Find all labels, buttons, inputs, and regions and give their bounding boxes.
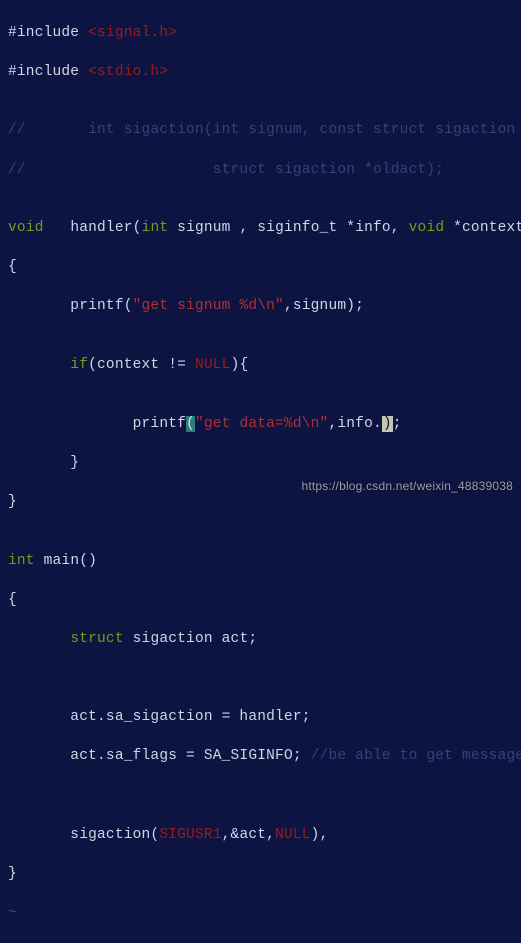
tok-punct: ){ bbox=[231, 357, 249, 373]
code-line: if(context != NULL){ bbox=[8, 356, 513, 376]
code-line: } bbox=[8, 865, 513, 885]
tok-keyword: struct bbox=[70, 631, 123, 647]
code-comment: // int sigaction(int signum, const struc… bbox=[8, 121, 513, 141]
code-line: #include <signal.h> bbox=[8, 24, 513, 44]
tok-space bbox=[8, 631, 70, 647]
tok-keyword: void bbox=[8, 220, 44, 236]
code-line: { bbox=[8, 258, 513, 278]
tok-keyword: int bbox=[142, 220, 169, 236]
tok-ident: sigaction( bbox=[8, 827, 159, 843]
code-line: } bbox=[8, 493, 513, 513]
tok-punct: ( bbox=[133, 220, 142, 236]
code-line: printf("get signum %d\n",signum); bbox=[8, 297, 513, 317]
tok-punct: ; bbox=[393, 416, 402, 432]
tok-punct: ), bbox=[311, 827, 329, 843]
vim-empty-line-tilde: ~ bbox=[8, 904, 513, 924]
tok-keyword: void bbox=[409, 220, 445, 236]
tok-space bbox=[8, 357, 70, 373]
tok-string: "get data=%d\n" bbox=[195, 416, 329, 432]
tok-func: handler bbox=[70, 220, 132, 236]
tok-header: <stdio.h> bbox=[88, 64, 168, 80]
code-line: void handler(int signum , siginfo_t *inf… bbox=[8, 219, 513, 239]
code-block[interactable]: #include <signal.h> #include <stdio.h> /… bbox=[0, 0, 521, 943]
tok-ident: printf bbox=[8, 416, 186, 432]
code-line: } bbox=[8, 454, 513, 474]
code-comment: // struct sigaction *oldact); bbox=[8, 161, 513, 181]
code-line: printf("get data=%d\n",info.); bbox=[8, 415, 513, 435]
tok-header: <signal.h> bbox=[88, 25, 177, 41]
code-line: int main() bbox=[8, 552, 513, 572]
tok-func: main bbox=[44, 553, 80, 569]
tok-punct: () bbox=[79, 553, 97, 569]
tok-space bbox=[44, 220, 71, 236]
text-cursor: ) bbox=[382, 416, 393, 432]
tok-preproc: #include bbox=[8, 64, 88, 80]
tok-ident: ,signum); bbox=[284, 298, 364, 314]
tok-string: "get signum %d\n" bbox=[133, 298, 284, 314]
tok-macro: SIGUSR1 bbox=[159, 827, 221, 843]
code-comment: //be able to get message bbox=[311, 748, 521, 764]
code-line: { bbox=[8, 591, 513, 611]
tok-ident: act.sa_flags = SA_SIGINFO; bbox=[8, 748, 311, 764]
watermark-text: https://blog.csdn.net/weixin_48839038 bbox=[301, 478, 513, 494]
tok-keyword: if bbox=[70, 357, 88, 373]
code-line: act.sa_sigaction = handler; bbox=[8, 708, 513, 728]
code-line: sigaction(SIGUSR1,&act,NULL), bbox=[8, 826, 513, 846]
tok-ident: sigaction act; bbox=[124, 631, 258, 647]
tok-ident: *context) bbox=[444, 220, 521, 236]
code-line: act.sa_flags = SA_SIGINFO; //be able to … bbox=[8, 747, 513, 767]
code-line: #include <stdio.h> bbox=[8, 63, 513, 83]
tok-ident: printf( bbox=[8, 298, 133, 314]
code-line: struct sigaction act; bbox=[8, 630, 513, 650]
tok-null: NULL bbox=[195, 357, 231, 373]
tok-ident: signum , siginfo_t *info, bbox=[168, 220, 408, 236]
tok-ident: (context != bbox=[88, 357, 195, 373]
tok-ident: ,&act, bbox=[222, 827, 275, 843]
tok-space bbox=[35, 553, 44, 569]
matching-paren: ( bbox=[186, 416, 195, 432]
tok-ident: ,info. bbox=[328, 416, 381, 432]
tok-keyword: int bbox=[8, 553, 35, 569]
tok-preproc: #include bbox=[8, 25, 88, 41]
tok-null: NULL bbox=[275, 827, 311, 843]
